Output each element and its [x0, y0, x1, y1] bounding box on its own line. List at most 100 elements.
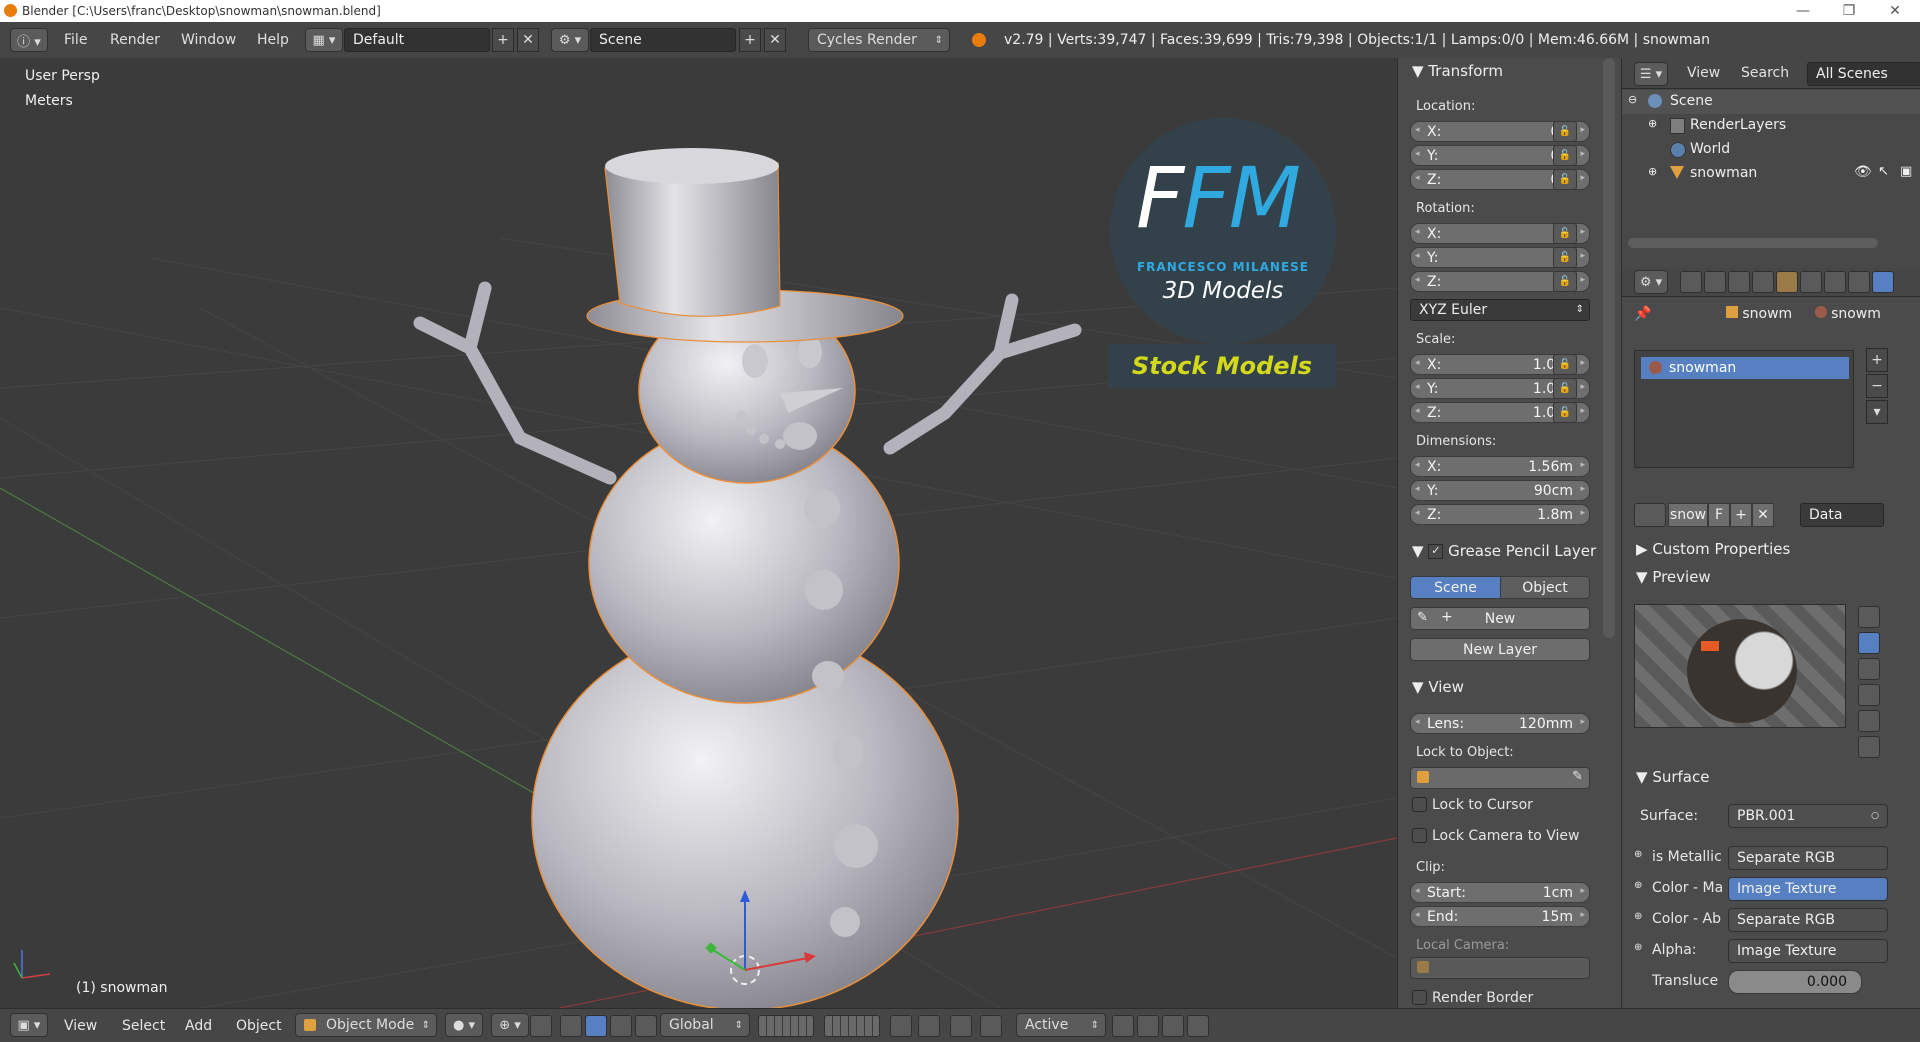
render-tab-icon[interactable] — [1680, 271, 1702, 293]
socket-expand-icon[interactable]: ⊕ — [1634, 911, 1642, 922]
outliner-menu-view[interactable]: View — [1687, 65, 1720, 81]
npanel-scrollbar[interactable] — [1603, 58, 1615, 638]
expand-icon[interactable]: ⊕ — [1648, 165, 1657, 178]
render-engine-select[interactable]: Cycles Render ⇕ — [808, 28, 950, 52]
transform-orientation-icon[interactable] — [635, 1015, 657, 1037]
material-link-select[interactable]: Data — [1800, 503, 1884, 527]
preview-world-icon[interactable] — [1858, 736, 1880, 758]
lens-field[interactable]: ◂ Lens: 120mm ▸ — [1410, 713, 1590, 734]
socket-link-button[interactable]: Separate RGB — [1728, 846, 1888, 870]
add-layout-icon[interactable]: + — [492, 28, 514, 52]
screen-layout-icon[interactable]: ▦ ▾ — [305, 28, 343, 52]
lock-to-object-field[interactable]: ✎ — [1410, 767, 1590, 789]
scene-tab-icon[interactable] — [1728, 271, 1750, 293]
lock-location-x-icon[interactable]: 🔓 — [1553, 121, 1577, 142]
visibility-eye-icon[interactable]: 👁 — [1854, 164, 1872, 180]
opengl-render-animation-icon[interactable] — [1187, 1015, 1209, 1037]
3d-viewport[interactable]: User Persp Meters (1) snowman FFM FRANCE… — [0, 58, 1397, 1008]
preview-panel-header[interactable]: ▼ Preview — [1636, 568, 1711, 586]
data-tab-icon[interactable] — [1848, 271, 1870, 293]
project-onto-icon[interactable] — [1137, 1015, 1159, 1037]
maximize-icon[interactable]: ❐ — [1826, 0, 1872, 22]
socket-link-button[interactable]: Separate RGB — [1728, 908, 1888, 932]
lock-location-y-icon[interactable]: 🔓 — [1553, 145, 1577, 166]
unlink-material-icon[interactable]: ✕ — [1752, 503, 1774, 527]
close-icon[interactable]: ✕ — [1872, 0, 1918, 22]
select-arrow-icon[interactable]: ↖ — [1878, 164, 1889, 179]
layer-buttons-2[interactable] — [824, 1015, 880, 1037]
dimensions-y-field[interactable]: ◂ Y: 90cm ▸ — [1410, 480, 1590, 501]
outliner-row-scene[interactable]: ⊖ Scene — [1622, 90, 1920, 114]
grease-object-tab[interactable]: Object — [1500, 576, 1590, 599]
remove-scene-icon[interactable]: ✕ — [764, 28, 786, 52]
scene-icon[interactable]: ⚙ ▾ — [551, 28, 589, 52]
grease-new-button[interactable]: ✎ + New — [1410, 607, 1590, 630]
grease-scene-tab[interactable]: Scene — [1410, 576, 1501, 599]
remove-slot-icon[interactable]: − — [1866, 374, 1888, 398]
object-mode-select[interactable]: Object Mode ⇕ — [295, 1013, 437, 1037]
lock-camera-to-view-checkbox[interactable] — [1412, 828, 1427, 843]
material-browse-icon[interactable] — [1634, 503, 1666, 527]
viewport-menu-view[interactable]: View — [64, 1018, 97, 1034]
menu-help[interactable]: Help — [257, 32, 289, 48]
remove-layout-icon[interactable]: ✕ — [517, 28, 539, 52]
align-rotation-icon[interactable] — [1112, 1015, 1134, 1037]
properties-editor-type-button[interactable]: ⚙ ▾ — [1634, 270, 1668, 294]
dimensions-x-field[interactable]: ◂ X: 1.56m ▸ — [1410, 456, 1590, 477]
outliner-row-snowman[interactable]: ⊕ snowman 👁 ↖ ▣ — [1622, 162, 1920, 186]
transform-panel-header[interactable]: ▼ Transform — [1412, 62, 1503, 80]
object-tab-icon[interactable] — [1776, 271, 1798, 293]
collapse-icon[interactable]: ⊖ — [1628, 93, 1637, 106]
translate-manipulator-icon[interactable] — [560, 1015, 582, 1037]
minimize-icon[interactable]: — — [1780, 0, 1826, 22]
slot-specials-icon[interactable]: ▾ — [1866, 400, 1888, 424]
layer-buttons-1[interactable] — [758, 1015, 814, 1037]
viewport-menu-add[interactable]: Add — [185, 1018, 212, 1034]
lock-scale-y-icon[interactable]: 🔓 — [1553, 378, 1577, 399]
grease-pencil-panel-header[interactable]: ▼ ✓ Grease Pencil Layer — [1412, 542, 1596, 560]
menu-window[interactable]: Window — [181, 32, 236, 48]
outliner-filter-select[interactable]: All Scenes — [1807, 62, 1920, 86]
lock-scale-z-icon[interactable]: 🔓 — [1553, 402, 1577, 423]
surface-shader-select[interactable]: PBR.001 ○ — [1728, 804, 1888, 828]
grease-pencil-checkbox[interactable]: ✓ — [1428, 544, 1444, 559]
clip-end-field[interactable]: ◂ End: 15m ▸ — [1410, 906, 1590, 927]
clip-start-field[interactable]: ◂ Start: 1cm ▸ — [1410, 882, 1590, 903]
pin-icon[interactable]: 📌 — [1634, 306, 1651, 322]
viewport-shading-select[interactable]: ● ▾ — [445, 1013, 483, 1037]
proportional-edit-icon[interactable] — [918, 1015, 940, 1037]
snap-element-icon[interactable] — [980, 1015, 1002, 1037]
fake-user-button[interactable]: F — [1708, 503, 1730, 527]
scale-manipulator-icon[interactable] — [610, 1015, 632, 1037]
socket-expand-icon[interactable]: ⊕ — [1634, 849, 1642, 860]
view-panel-header[interactable]: ▼ View — [1412, 678, 1464, 696]
snap-target-select[interactable]: Active ⇕ — [1016, 1013, 1106, 1037]
lock-rotation-y-icon[interactable]: 🔓 — [1553, 247, 1577, 268]
rotate-manipulator-icon[interactable] — [585, 1015, 607, 1037]
preview-monkey-icon[interactable] — [1858, 684, 1880, 706]
opengl-render-image-icon[interactable] — [1162, 1015, 1184, 1037]
material-slot-list[interactable]: snowman — [1634, 350, 1854, 468]
pivot-point-select[interactable]: ⊕ ▾ — [491, 1013, 529, 1037]
screen-layout-field[interactable]: Default — [344, 28, 490, 52]
outliner-row-world[interactable]: World — [1622, 138, 1920, 162]
lock-to-cursor-checkbox[interactable] — [1412, 797, 1427, 812]
material-slot-item[interactable]: snowman — [1641, 357, 1849, 379]
preview-cube-icon[interactable] — [1858, 658, 1880, 680]
editor-type-info-button[interactable]: ⓘ ▾ — [10, 28, 48, 52]
constraints-tab-icon[interactable] — [1800, 271, 1822, 293]
manipulator-toggle-icon[interactable] — [530, 1015, 552, 1037]
local-camera-field[interactable] — [1410, 957, 1590, 979]
layers-tab-icon[interactable] — [1704, 271, 1726, 293]
translucency-slider[interactable]: 0.000 — [1728, 970, 1862, 994]
material-name-field[interactable]: snow — [1668, 503, 1708, 527]
add-slot-icon[interactable]: + — [1866, 348, 1888, 372]
viewport-menu-select[interactable]: Select — [122, 1018, 165, 1034]
dimensions-z-field[interactable]: ◂ Z: 1.8m ▸ — [1410, 504, 1590, 525]
add-scene-icon[interactable]: + — [739, 28, 761, 52]
outliner-editor-type-button[interactable]: ☰ ▾ — [1634, 62, 1668, 86]
lock-location-z-icon[interactable]: 🔓 — [1553, 169, 1577, 190]
orientation-select[interactable]: Global ⇕ — [660, 1013, 750, 1037]
socket-expand-icon[interactable]: ⊕ — [1634, 880, 1642, 891]
render-camera-icon[interactable]: ▣ — [1900, 164, 1912, 179]
